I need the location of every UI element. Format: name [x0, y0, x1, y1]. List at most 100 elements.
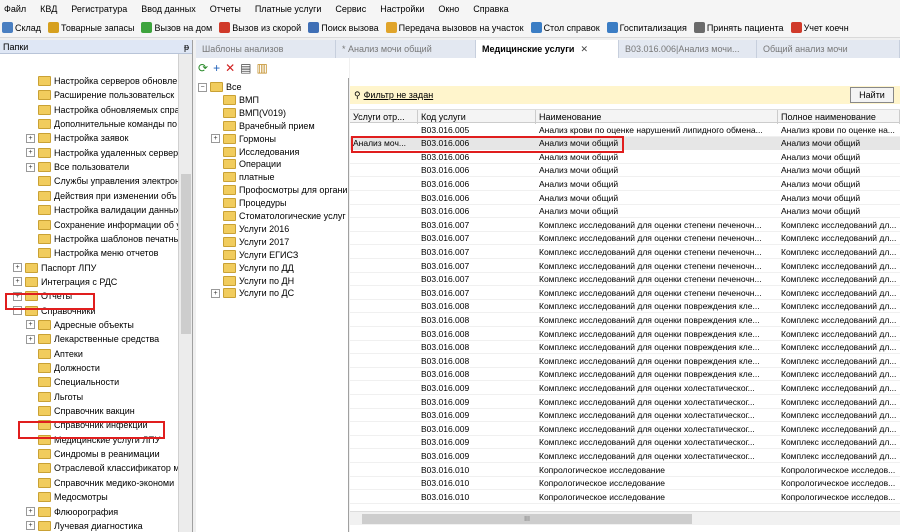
menu-item[interactable]: Сервис — [335, 4, 366, 14]
tree-item[interactable]: + Услуги по ДС — [211, 286, 294, 300]
tree-item[interactable]: Услуги по ДД — [211, 261, 294, 275]
table-row[interactable]: B03.016.007 Комплекс исследований для оце… — [350, 218, 900, 232]
add-icon[interactable]: + — [213, 61, 220, 75]
table-row[interactable]: B03.016.008 Комплекс исследований для оце… — [350, 313, 900, 327]
expand-toggle-icon[interactable]: + — [26, 507, 35, 516]
column-header[interactable]: Услуги отр... — [350, 110, 418, 124]
table-row[interactable]: B03.016.007 Комплекс исследований для оце… — [350, 286, 900, 300]
menu-item[interactable]: Настройки — [380, 4, 424, 14]
tree-item[interactable]: Настройка меню отчетов — [26, 246, 158, 260]
tab[interactable]: Общий анализ мочи — [757, 40, 900, 58]
tree-item[interactable]: Сохранение информации об у — [26, 218, 181, 232]
tree-item[interactable]: + Флюорография — [26, 505, 118, 519]
tree-item[interactable]: ВМП(V019) — [211, 106, 286, 120]
folder-tools-icon[interactable]: ▥ — [256, 61, 267, 75]
tree-item[interactable]: Льготы — [26, 390, 83, 404]
tree-item[interactable]: Медосмотры — [26, 490, 108, 504]
tree-item[interactable]: Операции — [211, 157, 281, 171]
tree-item[interactable]: + Все пользователи — [26, 160, 129, 174]
folders-scrollbar[interactable] — [178, 54, 192, 532]
table-row[interactable]: B03.016.007 Комплекс исследований для оце… — [350, 232, 900, 246]
table-row[interactable]: B03.016.009 Комплекс исследований для оце… — [350, 409, 900, 423]
tree-item[interactable]: Процедуры — [211, 196, 286, 210]
tree-item[interactable]: + Настройка удаленных сервер — [26, 146, 178, 160]
tree-item[interactable]: + Настройка заявок — [26, 131, 128, 145]
toolbar-button[interactable]: Учет коечн — [790, 22, 849, 33]
tree-item[interactable]: + Лекарственные средства — [26, 332, 159, 346]
tab[interactable]: B03.016.006|Анализ мочи... — [619, 40, 757, 58]
column-header[interactable]: Наименование — [536, 110, 778, 124]
tree-item[interactable]: Услуги 2017 — [211, 235, 289, 249]
table-row[interactable]: B03.016.007 Комплекс исследований для оце… — [350, 259, 900, 273]
toolbar-button[interactable]: Вызов на дом — [141, 22, 212, 33]
filter-link[interactable]: Фильтр не задан — [364, 90, 434, 100]
table-row[interactable]: B03.016.008 Комплекс исследований для оце… — [350, 300, 900, 314]
expand-toggle-icon[interactable]: + — [26, 148, 35, 158]
tree-item[interactable]: + Паспорт ЛПУ — [13, 261, 96, 275]
menu-item[interactable]: Отчеты — [210, 4, 241, 14]
table-row[interactable]: B03.016.008 Комплекс исследований для оце… — [350, 354, 900, 368]
tree-item[interactable]: − Все — [198, 80, 242, 94]
horizontal-scrollbar[interactable]: III — [350, 511, 900, 525]
table-row[interactable]: B03.016.006 Анализ мочи общий Анализ мочи … — [350, 205, 900, 219]
tree-item[interactable]: Услуги 2016 — [211, 222, 289, 236]
expand-toggle-icon[interactable]: + — [211, 288, 220, 298]
tree-item[interactable]: Стоматологические услуг — [211, 209, 346, 223]
tree-item[interactable]: Услуги по ДН — [211, 274, 294, 288]
find-button[interactable]: Найти — [850, 87, 894, 103]
tree-item[interactable]: Специальности — [26, 375, 119, 389]
expand-toggle-icon[interactable]: − — [198, 82, 207, 92]
menu-item[interactable]: Ввод данных — [141, 4, 195, 14]
expand-toggle-icon[interactable]: + — [13, 277, 22, 287]
tree-item[interactable]: Настройка серверов обновле — [26, 74, 177, 88]
tree-item[interactable]: Настройка шаблонов печатны — [26, 232, 180, 246]
expand-toggle-icon[interactable]: + — [26, 521, 35, 531]
expand-toggle-icon[interactable]: + — [211, 134, 220, 144]
table-row[interactable]: B03.016.006 Анализ мочи общий Анализ мочи … — [350, 191, 900, 205]
expand-toggle-icon[interactable]: + — [26, 320, 35, 330]
expand-toggle-icon[interactable]: + — [26, 133, 35, 143]
menu-item[interactable]: Регистратура — [71, 4, 127, 14]
table-row[interactable]: B03.016.009 Комплекс исследований для оце… — [350, 449, 900, 463]
tree-item[interactable]: Аптеки — [26, 347, 83, 361]
tree-item[interactable]: Услуги ЕГИСЗ — [211, 248, 298, 262]
tree-item[interactable]: + Лучевая диагностика — [26, 519, 143, 532]
table-row[interactable]: B03.016.009 Комплекс исследований для оце… — [350, 395, 900, 409]
tree-item[interactable]: Отраслевой классификатор м — [26, 461, 180, 475]
tree-item[interactable]: Службы управления электрон — [26, 174, 180, 188]
table-row[interactable]: B03.016.009 Комплекс исследований для оце… — [350, 422, 900, 436]
tree-item[interactable]: Действия при изменении объ — [26, 189, 177, 203]
tree-item[interactable]: Исследования — [211, 145, 299, 159]
column-header[interactable]: Код услуги — [418, 110, 536, 124]
toolbar-button[interactable]: Склад — [2, 22, 41, 33]
tree-item[interactable]: Врачебный прием — [211, 119, 315, 133]
table-row[interactable]: B03.016.008 Комплекс исследований для оце… — [350, 368, 900, 382]
tree-item[interactable]: Синдромы в реанимации — [26, 447, 160, 461]
table-row[interactable]: B03.016.010 Копрологическое исследование К… — [350, 477, 900, 491]
toolbar-button[interactable]: Госпитализация — [606, 22, 687, 33]
properties-icon[interactable]: ▤ — [240, 61, 251, 75]
menu-item[interactable]: Справка — [473, 4, 508, 14]
pin-icon[interactable]: ᵽ — [184, 42, 189, 52]
menu-item[interactable]: КВД — [40, 4, 57, 14]
table-row[interactable]: B03.016.009 Комплекс исследований для оце… — [350, 436, 900, 450]
scroll-thumb[interactable] — [181, 174, 191, 334]
table-row[interactable]: B03.016.010 Копрологическое исследование К… — [350, 463, 900, 477]
tree-item[interactable]: платные — [211, 170, 275, 184]
expand-toggle-icon[interactable]: + — [26, 334, 35, 344]
toolbar-button[interactable]: Передача вызовов на участок — [385, 22, 524, 33]
tree-item[interactable]: Дополнительные команды по — [26, 117, 177, 131]
table-row[interactable]: B03.016.006 Анализ мочи общий Анализ мочи … — [350, 164, 900, 178]
table-row[interactable]: B03.016.008 Комплекс исследований для оце… — [350, 327, 900, 341]
close-icon[interactable]: ✕ — [580, 44, 588, 55]
tab[interactable]: Медицинские услуги ✕ — [476, 40, 619, 58]
toolbar-button[interactable]: Товарные запасы — [48, 22, 134, 33]
tree-item[interactable]: + Интеграция с РДС — [13, 275, 117, 289]
table-row[interactable]: B03.016.006 Анализ мочи общий Анализ мочи … — [350, 177, 900, 191]
tree-item[interactable]: Расширение пользовательск — [26, 88, 174, 102]
table-row[interactable]: B03.016.009 Комплекс исследований для оце… — [350, 381, 900, 395]
toolbar-button[interactable]: Принять пациента — [693, 22, 784, 33]
tree-item[interactable]: + Адресные объекты — [26, 318, 134, 332]
tree-item[interactable]: Должности — [26, 361, 100, 375]
toolbar-button[interactable]: Стол справок — [530, 22, 600, 33]
